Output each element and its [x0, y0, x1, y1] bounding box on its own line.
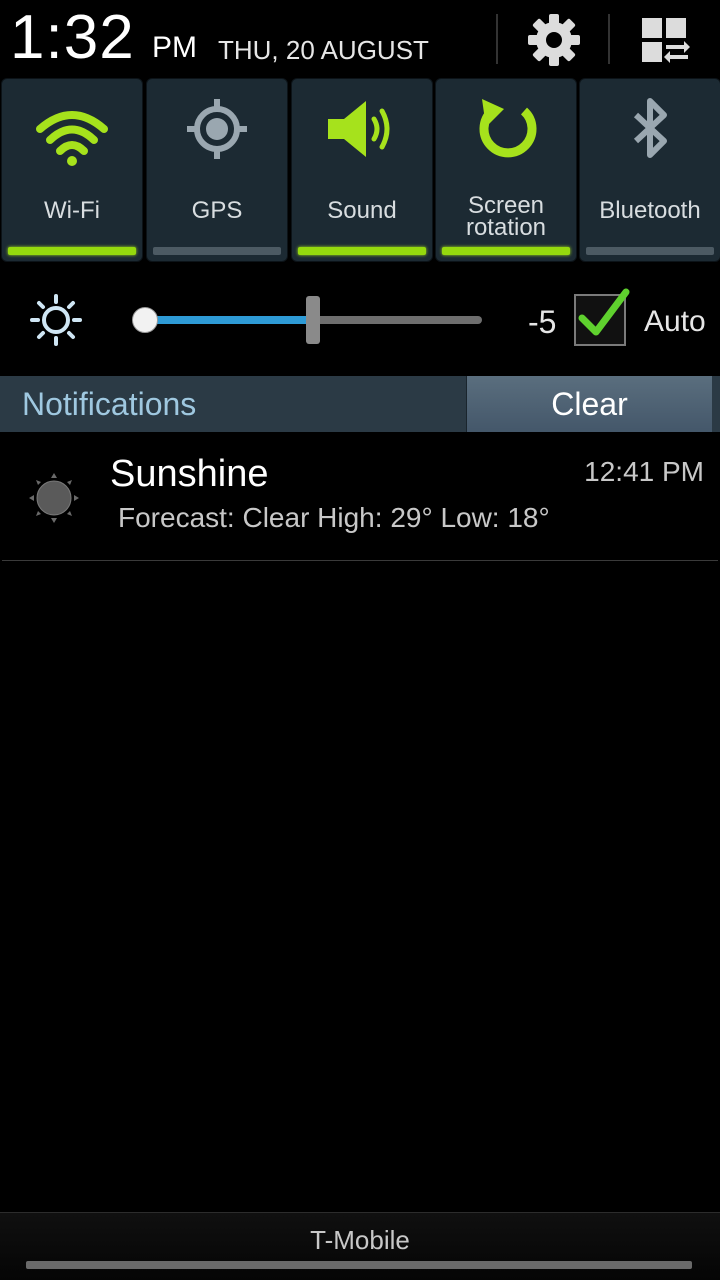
notifications-header: Notifications Clear — [0, 376, 720, 432]
toggle-screen-rotation[interactable]: Screen rotation — [435, 78, 577, 262]
brightness-row: -5 Auto — [0, 262, 720, 376]
carrier-footer: T-Mobile — [0, 1212, 720, 1280]
toggle-indicator — [153, 247, 281, 255]
header-divider — [608, 14, 610, 64]
status-header: 1:32 PM THU, 20 AUGUST — [0, 0, 720, 76]
clock-ampm: PM — [152, 31, 197, 64]
rotation-icon — [479, 99, 537, 158]
clear-button[interactable]: Clear — [466, 376, 712, 432]
date-label: THU, 20 AUGUST — [218, 35, 429, 65]
header-divider — [496, 14, 498, 64]
brightness-slider-handle[interactable] — [132, 307, 158, 333]
notifications-title: Notifications — [22, 386, 197, 422]
notification-item[interactable]: Sunshine 12:41 PM Forecast: Clear High: … — [0, 432, 720, 560]
sun-icon — [29, 473, 79, 523]
toggle-gps[interactable]: GPS — [146, 78, 288, 262]
gps-icon — [187, 99, 247, 159]
clock-time: 1:32 — [10, 3, 135, 72]
gear-icon — [528, 14, 580, 66]
quick-panel-button[interactable] — [632, 8, 696, 72]
toggle-label: Sound — [327, 197, 397, 224]
toggle-indicator — [298, 247, 426, 255]
brightness-button[interactable] — [28, 292, 84, 348]
brightness-value: -5 — [528, 304, 557, 340]
toggle-indicator — [8, 247, 136, 255]
bluetooth-icon — [633, 98, 667, 158]
toggle-label: Screen rotation — [436, 194, 576, 241]
brightness-icon — [30, 294, 82, 346]
notification-time: 12:41 PM — [584, 456, 704, 487]
toggle-indicator — [442, 247, 570, 255]
brightness-default-marker — [306, 296, 320, 344]
toggle-wifi[interactable]: Wi-Fi — [1, 78, 143, 262]
panel-drag-handle[interactable] — [26, 1261, 692, 1269]
notification-app-name: Sunshine — [110, 453, 269, 495]
carrier-label: T-Mobile — [310, 1225, 410, 1255]
auto-brightness-checkbox[interactable] — [574, 288, 630, 346]
toggle-bluetooth[interactable]: Bluetooth — [579, 78, 720, 262]
brightness-slider-fill — [144, 316, 310, 324]
toggle-indicator — [586, 247, 714, 255]
divider — [2, 560, 718, 561]
toggle-sound[interactable]: Sound — [291, 78, 433, 262]
checkmark-icon — [578, 288, 630, 336]
speaker-icon — [328, 101, 390, 157]
toggle-label: Bluetooth — [599, 197, 701, 224]
quick-toggles: Wi-Fi GPS Sound Screen rotation Bluetoot… — [0, 78, 720, 262]
notification-text: Forecast: Clear High: 29° Low: 18° — [118, 502, 550, 533]
toggle-label-line: rotation — [465, 214, 547, 241]
grid-swap-icon — [642, 18, 690, 63]
toggle-label: Wi-Fi — [44, 197, 100, 224]
auto-brightness-label: Auto — [644, 305, 706, 338]
wifi-icon — [36, 111, 108, 166]
toggle-label: GPS — [191, 197, 243, 224]
settings-button[interactable] — [522, 8, 586, 72]
